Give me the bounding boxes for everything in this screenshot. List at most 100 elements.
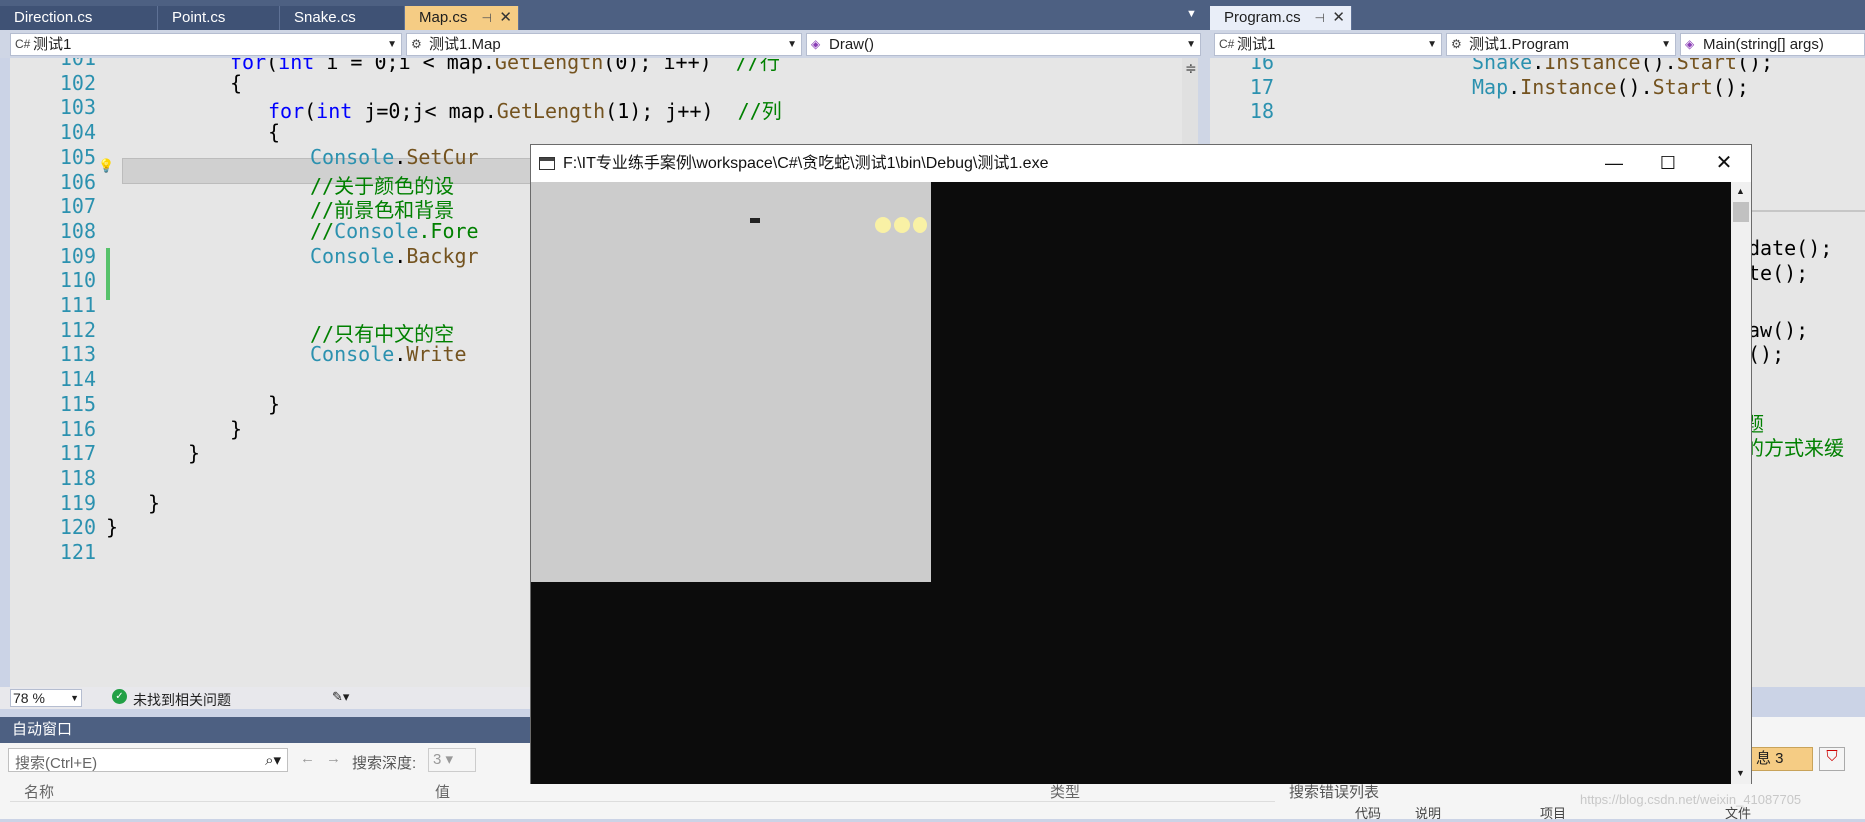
- line-number: 106: [59, 169, 96, 194]
- code-fragment: te();: [1748, 261, 1809, 285]
- console-title-bar[interactable]: F:\IT专业练手案例\workspace\C#\贪吃蛇\测试1\bin\Deb…: [531, 145, 1751, 182]
- autos-search-input[interactable]: 搜索(Ctrl+E) ⌕▾: [8, 748, 288, 772]
- tab-program[interactable]: Program.cs ⊣ ✕: [1210, 6, 1352, 30]
- line-number: 111: [59, 293, 96, 317]
- snake-segment: [913, 217, 927, 233]
- close-icon[interactable]: ✕: [1332, 6, 1345, 30]
- search-depth-label: 搜索深度:: [352, 755, 417, 772]
- project-dropdown[interactable]: C# 测试1 ▼: [1214, 33, 1442, 56]
- close-icon[interactable]: ✕: [499, 6, 512, 30]
- column-project[interactable]: 项目: [1540, 803, 1566, 822]
- maximize-icon[interactable]: ☐: [1645, 145, 1691, 182]
- tab-label: Map.cs: [419, 9, 468, 26]
- tab-label: Snake.cs: [294, 9, 356, 26]
- scroll-up-icon[interactable]: ▲: [1736, 186, 1745, 196]
- issues-status[interactable]: 未找到相关问题: [133, 690, 231, 710]
- chevron-down-icon: ▼: [1186, 39, 1196, 50]
- csharp-icon: C#: [15, 37, 31, 51]
- watermark: https://blog.csdn.net/weixin_41087705: [1580, 792, 1802, 807]
- class-dropdown[interactable]: ⚙ 测试1.Program ▼: [1446, 33, 1676, 56]
- code-line: }: [148, 490, 161, 515]
- messages-filter-button[interactable]: 息 3: [1751, 747, 1813, 771]
- column-value[interactable]: 值: [435, 781, 450, 802]
- project-dropdown[interactable]: C# 测试1 ▼: [10, 33, 402, 56]
- tab-point[interactable]: Point.cs: [158, 6, 280, 30]
- code-line: }: [268, 391, 281, 416]
- split-icon[interactable]: ≑: [1185, 60, 1197, 77]
- search-placeholder: 搜索(Ctrl+E): [15, 755, 98, 772]
- minimize-icon[interactable]: —: [1591, 145, 1637, 182]
- method-icon: ◈: [811, 37, 821, 51]
- dropdown-value: 测试1.Map: [429, 36, 501, 53]
- code-line: }: [106, 515, 119, 540]
- zoom-dropdown[interactable]: 78 % ▼: [10, 689, 82, 707]
- tab-map[interactable]: Map.cs ⊣ ✕: [405, 6, 519, 30]
- console-app-icon: [539, 157, 555, 170]
- close-icon[interactable]: ✕: [1701, 145, 1747, 182]
- back-arrow-icon[interactable]: ←: [300, 750, 315, 767]
- class-icon: ⚙: [411, 37, 422, 51]
- console-scrollbar[interactable]: ▲ ▼: [1731, 182, 1751, 784]
- code-line: Snake.Instance().Start();: [1472, 58, 1774, 74]
- line-number: 112: [59, 317, 96, 342]
- column-description[interactable]: 说明: [1415, 803, 1441, 822]
- brush-icon[interactable]: ✎▾: [332, 689, 349, 705]
- tab-direction[interactable]: Direction.cs: [0, 6, 158, 30]
- line-number: 110: [59, 268, 96, 293]
- filter-icon[interactable]: ⛉: [1819, 747, 1845, 771]
- dropdown-value: Draw(): [829, 36, 874, 53]
- line-number: 105: [59, 144, 96, 169]
- pin-icon[interactable]: ⊣: [1315, 6, 1325, 30]
- class-dropdown[interactable]: ⚙ 测试1.Map ▼: [406, 33, 802, 56]
- console-window[interactable]: F:\IT专业练手案例\workspace\C#\贪吃蛇\测试1\bin\Deb…: [530, 144, 1752, 784]
- dropdown-value: 测试1: [33, 36, 72, 53]
- line-number: 109: [59, 243, 96, 268]
- console-output: [531, 182, 1731, 784]
- code-line: Console.Backgr: [310, 243, 479, 268]
- tab-snake[interactable]: Snake.cs: [280, 6, 405, 30]
- dropdown-value: 测试1: [1237, 36, 1276, 53]
- code-line: Console.SetCur: [310, 144, 479, 169]
- code-line: Map.Instance().Start();: [1472, 74, 1749, 99]
- text-cursor: [750, 218, 760, 223]
- depth-value: 3: [433, 751, 442, 768]
- pin-icon[interactable]: ⊣: [482, 6, 492, 30]
- console-title: F:\IT专业练手案例\workspace\C#\贪吃蛇\测试1\bin\Deb…: [563, 155, 1049, 172]
- zoom-value: 78 %: [13, 690, 45, 706]
- code-line: Console.Write: [310, 342, 467, 367]
- column-name[interactable]: 名称: [24, 781, 54, 802]
- code-fragment: aw();: [1748, 318, 1809, 342]
- chevron-down-icon: ▼: [787, 39, 797, 50]
- line-number: 116: [59, 416, 96, 441]
- search-depth-dropdown[interactable]: 3 ▾: [428, 748, 476, 772]
- forward-arrow-icon[interactable]: →: [326, 750, 341, 767]
- scroll-thumb[interactable]: [1733, 202, 1749, 222]
- tab-label: Program.cs: [1224, 9, 1301, 26]
- column-type[interactable]: 类型: [1050, 781, 1080, 802]
- line-number: 16: [1249, 58, 1274, 74]
- scroll-down-icon[interactable]: ▼: [1736, 768, 1745, 778]
- csharp-icon: C#: [1219, 37, 1235, 51]
- left-tab-strip: Direction.cs Point.cs Snake.cs Map.cs ⊣ ✕ …: [0, 0, 1210, 30]
- error-search-input[interactable]: 搜索错误列表: [1289, 781, 1379, 802]
- member-dropdown[interactable]: ◈ Draw() ▼: [806, 33, 1201, 56]
- lightbulb-icon[interactable]: 💡: [98, 158, 114, 174]
- code-line: for(int i = 0;i < map.GetLength(0); i++)…: [230, 58, 780, 74]
- right-navigation-bar: C# 测试1 ▼ ⚙ 测试1.Program ▼ ◈ Main(string[] args…: [1210, 30, 1865, 58]
- member-dropdown[interactable]: ◈ Main(string[] args): [1680, 33, 1865, 56]
- chevron-down-icon: ▼: [70, 693, 79, 703]
- search-icon: ⌕▾: [265, 752, 281, 769]
- class-icon: ⚙: [1451, 37, 1462, 51]
- code-line: {: [268, 120, 281, 145]
- line-number: 121: [59, 540, 96, 564]
- dropdown-value: Main(string[] args): [1703, 36, 1824, 53]
- method-icon: ◈: [1685, 37, 1695, 51]
- code-line: for(int j=0;j< map.GetLength(1); j++) //…: [268, 99, 782, 124]
- chevron-down-icon: ▼: [387, 39, 397, 50]
- line-number: 102: [59, 70, 96, 95]
- tab-overflow-icon[interactable]: ▼: [1186, 8, 1197, 20]
- column-code[interactable]: 代码: [1355, 803, 1381, 822]
- snake-segment: [875, 217, 891, 233]
- line-number: 104: [59, 120, 96, 145]
- line-number: 119: [59, 490, 96, 515]
